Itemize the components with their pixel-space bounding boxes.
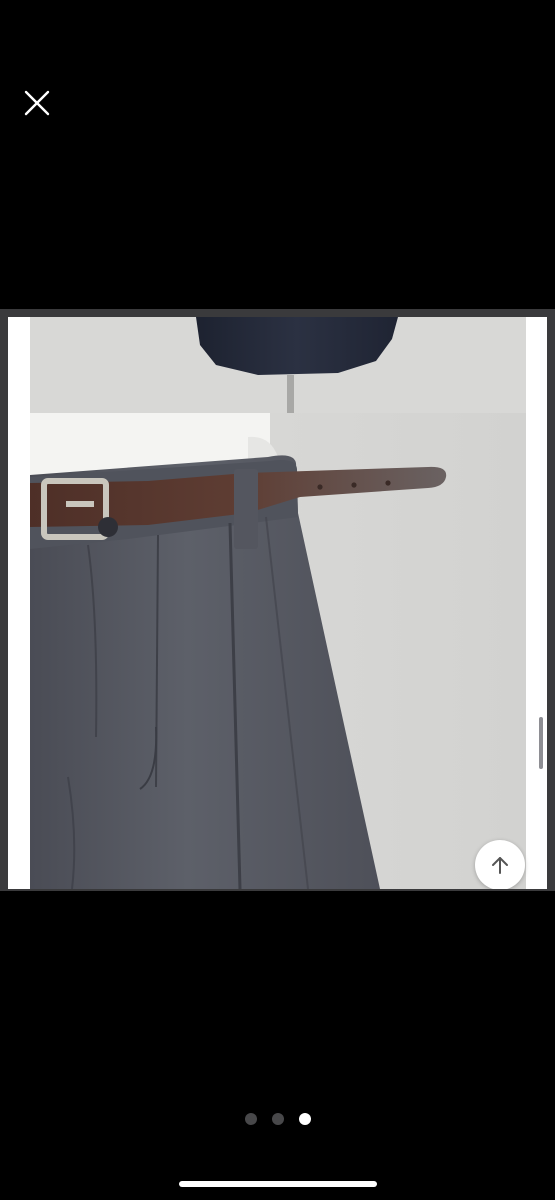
page-dot[interactable] bbox=[271, 1113, 284, 1125]
home-indicator[interactable] bbox=[179, 1181, 377, 1187]
product-photo[interactable] bbox=[8, 317, 547, 889]
image-viewer bbox=[0, 0, 555, 1200]
arrow-up-icon bbox=[492, 857, 508, 874]
scroll-to-top-button[interactable] bbox=[475, 840, 525, 889]
image-frame bbox=[0, 309, 555, 891]
close-icon bbox=[24, 90, 50, 116]
scroll-indicator[interactable] bbox=[539, 717, 543, 769]
page-indicator bbox=[0, 1111, 555, 1127]
page-dot[interactable] bbox=[244, 1113, 257, 1125]
close-button[interactable] bbox=[18, 85, 56, 123]
page-dot-active[interactable] bbox=[298, 1113, 311, 1125]
image-panel bbox=[8, 317, 547, 889]
